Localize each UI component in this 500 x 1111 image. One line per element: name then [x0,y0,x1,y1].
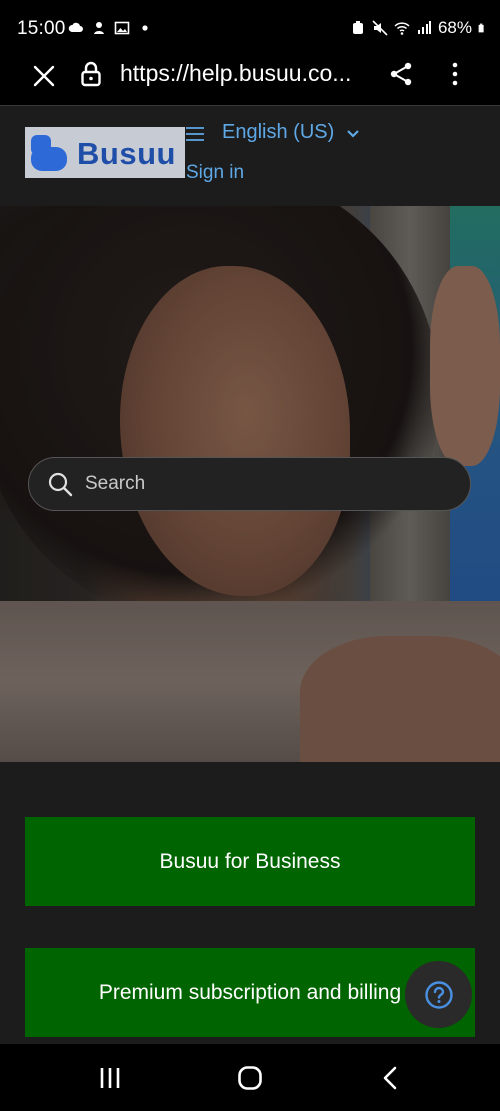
share-icon[interactable] [387,60,415,88]
status-left-icons [68,20,153,36]
busuu-logo-icon [31,135,67,171]
wifi-icon [394,22,410,35]
cloud-icon [68,22,83,32]
chevron-down-icon[interactable] [346,129,360,139]
app-notification-icon [94,22,104,34]
search-bar[interactable] [28,457,471,511]
image-icon [114,21,130,35]
question-mark-icon [424,980,453,1009]
system-nav-bar [0,1044,500,1111]
logo-text: Busuu [77,136,176,171]
dot-icon [142,25,148,31]
sign-in-link[interactable]: Sign in [186,162,244,184]
alarm-icon [352,21,363,34]
mute-icon [372,20,388,36]
battery-percent: 68% [437,18,472,37]
close-icon[interactable] [30,62,58,90]
hamburger-menu-icon[interactable] [186,127,204,141]
search-input[interactable] [85,468,455,500]
screen: 15:00 68% https://help.busuu.co... Busuu… [0,0,500,1111]
status-right: 68% [350,18,488,38]
search-icon [48,472,73,497]
url-bar[interactable]: https://help.busuu.co... [120,60,365,87]
category-card[interactable]: Busuu for Business [25,817,475,906]
category-card-label: Busuu for Business [159,849,341,873]
language-selector[interactable]: English (US) [222,121,334,144]
status-bar: 15:00 68% [0,0,500,56]
overflow-menu-icon[interactable] [444,60,466,88]
home-icon[interactable] [237,1065,263,1091]
status-time: 15:00 [17,18,66,39]
hero-banner [0,206,500,762]
signal-icon [417,21,431,34]
busuu-logo[interactable]: Busuu [25,127,185,178]
site-header: Busuu English (US) Sign in [0,107,500,206]
help-button[interactable] [405,961,472,1028]
battery-icon [478,23,484,33]
recent-apps-icon[interactable] [98,1066,122,1090]
back-icon[interactable] [380,1066,400,1090]
category-card-label: Premium subscription and billing [98,980,402,1004]
lock-icon[interactable] [80,61,102,87]
browser-toolbar: https://help.busuu.co... [0,56,500,106]
